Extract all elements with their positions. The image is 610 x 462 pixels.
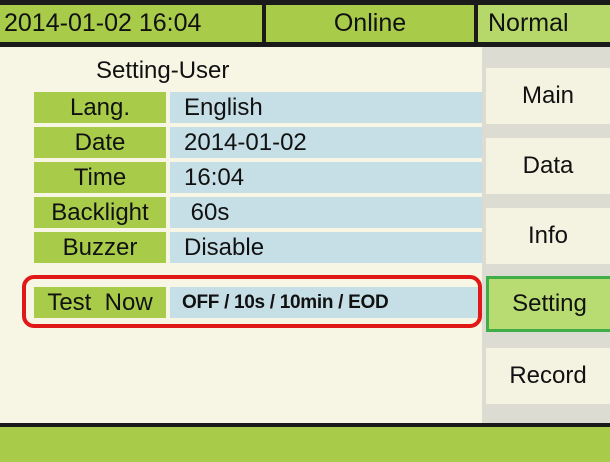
nav-data-button[interactable]: Data [486, 138, 610, 194]
bottom-bar-fill [0, 427, 610, 462]
setting-label: Time [34, 162, 166, 193]
setting-value[interactable]: 60s [170, 197, 488, 228]
setting-value[interactable]: English [170, 92, 488, 123]
status-bar: 2014-01-02 16:04 Online Normal [0, 0, 610, 47]
nav-main-button[interactable]: Main [486, 68, 610, 124]
nav-info-button[interactable]: Info [486, 208, 610, 264]
nav-setting-button[interactable]: Setting [486, 276, 610, 332]
bottom-status-bar [0, 423, 610, 462]
setting-value[interactable]: 16:04 [170, 162, 488, 193]
setting-value[interactable]: 2014-01-02 [170, 127, 488, 158]
highlight-annotation [22, 275, 482, 328]
setting-label: Date [34, 127, 166, 158]
connection-status: Online [266, 5, 474, 42]
setting-label: Lang. [34, 92, 166, 123]
setting-label: Buzzer [34, 232, 166, 263]
page-title: Setting-User [96, 57, 230, 84]
nav-record-button[interactable]: Record [486, 348, 610, 404]
mode-indicator: Normal [478, 5, 610, 42]
setting-label: Backlight [34, 197, 166, 228]
device-screen: 2014-01-02 16:04 Online Normal Setting-U… [0, 0, 610, 462]
datetime-display: 2014-01-02 16:04 [0, 5, 262, 42]
setting-value[interactable]: Disable [170, 232, 488, 263]
